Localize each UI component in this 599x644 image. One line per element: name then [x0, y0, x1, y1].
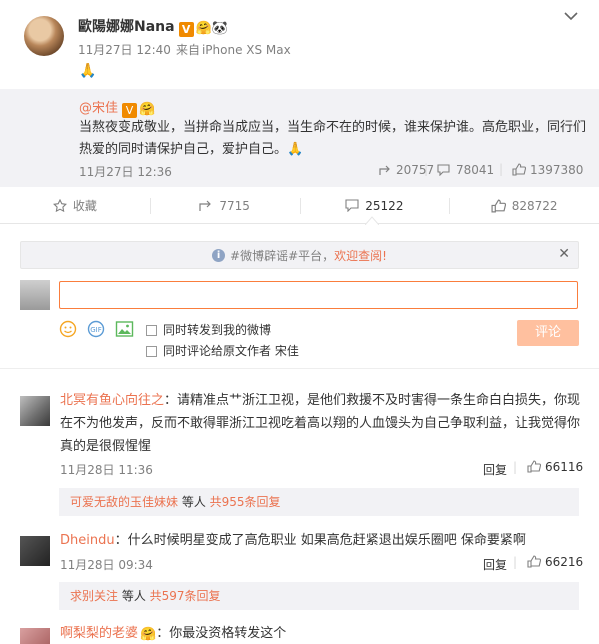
submit-comment-button[interactable]: 评论: [517, 320, 579, 346]
repost-text: 当熬夜变成敬业，当拼命当成应当，当生命不在的时候，谁来保护谁。高危职业，同行们热…: [79, 120, 587, 157]
option-label: 同时评论给原文作者 宋佳: [163, 344, 299, 358]
image-icon[interactable]: [115, 320, 135, 338]
info-icon: i: [212, 248, 226, 262]
like-button[interactable]: 828722: [449, 188, 599, 223]
reply-button[interactable]: 回复: [483, 556, 507, 573]
close-icon[interactable]: ✕: [558, 246, 570, 262]
comment-text: ：你最没资格转发这个: [156, 626, 287, 641]
emoji-icon[interactable]: [59, 320, 79, 338]
action-bar: 收藏 7715 25122 828722: [0, 188, 599, 224]
commenter-emoji: 🤗: [140, 627, 157, 642]
svg-text:GIF: GIF: [90, 326, 102, 334]
commenter-name[interactable]: 北冥有鱼心向往之: [60, 393, 164, 408]
comment-input[interactable]: [59, 281, 578, 309]
repost-comment-stat[interactable]: 78041: [437, 163, 494, 177]
comment-item: 北冥有鱼心向往之：请精准点艹浙江卫视，是他们救援不及时害得一条生命白白损失，你现…: [60, 389, 583, 458]
author-avatar[interactable]: [24, 16, 64, 56]
comment-icon: [345, 199, 359, 212]
chevron-down-icon[interactable]: [563, 10, 579, 22]
checkbox[interactable]: [146, 325, 157, 336]
repost-button[interactable]: 7715: [149, 188, 300, 223]
comment-like-button[interactable]: 66216: [527, 555, 583, 569]
comment-to-author-option[interactable]: 同时评论给原文作者 宋佳: [146, 341, 299, 362]
repost-comment-count: 78041: [456, 163, 495, 177]
commenter-name[interactable]: 啊梨梨的老婆: [60, 626, 138, 641]
thumbs-up-icon: [491, 199, 506, 212]
verified-badge-icon: V: [178, 22, 194, 37]
repost-like-count: 1397380: [530, 163, 584, 177]
comment-item: Dheindu：什么时候明星变成了高危职业 如果高危赶紧退出娱乐圈吧 保命要紧啊: [60, 529, 583, 552]
repost-count: 7715: [219, 198, 250, 213]
comment-icon: [437, 164, 450, 177]
notice-text: #微博辟谣#平台，: [230, 248, 335, 263]
favorite-label: 收藏: [72, 199, 97, 213]
my-avatar[interactable]: [20, 280, 50, 310]
active-tab-arrow-icon: [365, 216, 379, 225]
sub-reply-count[interactable]: 共955条回复: [210, 495, 281, 509]
sub-reply-mid: 等人: [178, 495, 210, 509]
thumbs-up-icon: [512, 163, 527, 176]
commenter-avatar[interactable]: [20, 536, 50, 566]
post-time[interactable]: 11月27日 12:40: [78, 43, 171, 57]
commenter-avatar[interactable]: [20, 396, 50, 426]
comment-time: 11月28日 11:36: [60, 463, 153, 477]
compose-tools: GIF: [59, 320, 135, 338]
repost-author-emoji: 🤗: [139, 102, 156, 117]
comment-like-count: 66116: [545, 460, 584, 474]
sub-reply-mid: 等人: [118, 589, 150, 603]
star-icon: [52, 199, 67, 212]
repost-to-my-weibo-option[interactable]: 同时转发到我的微博: [146, 320, 299, 341]
repost-icon: [199, 200, 212, 211]
notice-link[interactable]: 欢迎查阅!: [334, 247, 387, 264]
post-text: 🙏: [79, 63, 97, 79]
sub-replies: 求别关注 等人 共597条回复: [59, 582, 579, 610]
option-label: 同时转发到我的微博: [163, 323, 272, 337]
favorite-button[interactable]: 收藏: [0, 188, 150, 223]
comment-like-button[interactable]: 66116: [527, 460, 583, 474]
sub-reply-user[interactable]: 求别关注: [70, 589, 118, 603]
sub-reply-count[interactable]: 共597条回复: [150, 589, 221, 603]
source-prefix: 来自: [175, 43, 200, 57]
checkbox[interactable]: [146, 346, 157, 357]
like-count: 828722: [511, 198, 558, 213]
repost-author-row: @宋佳 V 🤗: [79, 97, 155, 118]
post-source: iPhone XS Max: [201, 43, 291, 57]
reply-button[interactable]: 回复: [483, 461, 507, 478]
comment-text: ：什么时候明星变成了高危职业 如果高危赶紧退出娱乐圈吧 保命要紧啊: [114, 533, 526, 548]
rumor-notice: i #微博辟谣#平台， 欢迎查阅! ✕: [20, 241, 579, 269]
comment-time: 11月28日 09:34: [60, 558, 153, 572]
verified-badge-icon: V: [122, 103, 138, 118]
compose-options: 同时转发到我的微博 同时评论给原文作者 宋佳: [146, 320, 299, 362]
repost-like-stat[interactable]: 1397380: [512, 163, 583, 177]
comment-count: 25122: [365, 198, 404, 213]
divider: [0, 368, 599, 369]
sub-reply-user[interactable]: 可爱无敌的玉佳妹妹: [70, 495, 178, 509]
author-name-row: 歐陽娜娜Nana V 🤗🐼: [78, 16, 228, 37]
thumbs-up-icon: [527, 555, 542, 568]
repost-author[interactable]: @宋佳: [79, 101, 118, 116]
commenter-name[interactable]: Dheindu: [60, 533, 115, 548]
repost-icon: [379, 165, 390, 175]
author-emoji: 🤗🐼: [195, 21, 228, 36]
repost-repost-count: 20757: [396, 163, 435, 177]
comment-item: 啊梨梨的老婆 🤗：你最没资格转发这个: [60, 622, 583, 644]
repost-time[interactable]: 11月27日 12:36: [79, 163, 172, 180]
commenter-avatar[interactable]: [20, 628, 50, 644]
sub-replies: 可爱无敌的玉佳妹妹 等人 共955条回复: [59, 488, 579, 516]
thumbs-up-icon: [527, 460, 542, 473]
author-name[interactable]: 歐陽娜娜Nana: [78, 19, 175, 35]
gif-icon[interactable]: GIF: [87, 320, 107, 338]
comment-like-count: 66216: [545, 555, 584, 569]
post-meta: 11月27日 12:40 来自 iPhone XS Max: [78, 41, 296, 58]
